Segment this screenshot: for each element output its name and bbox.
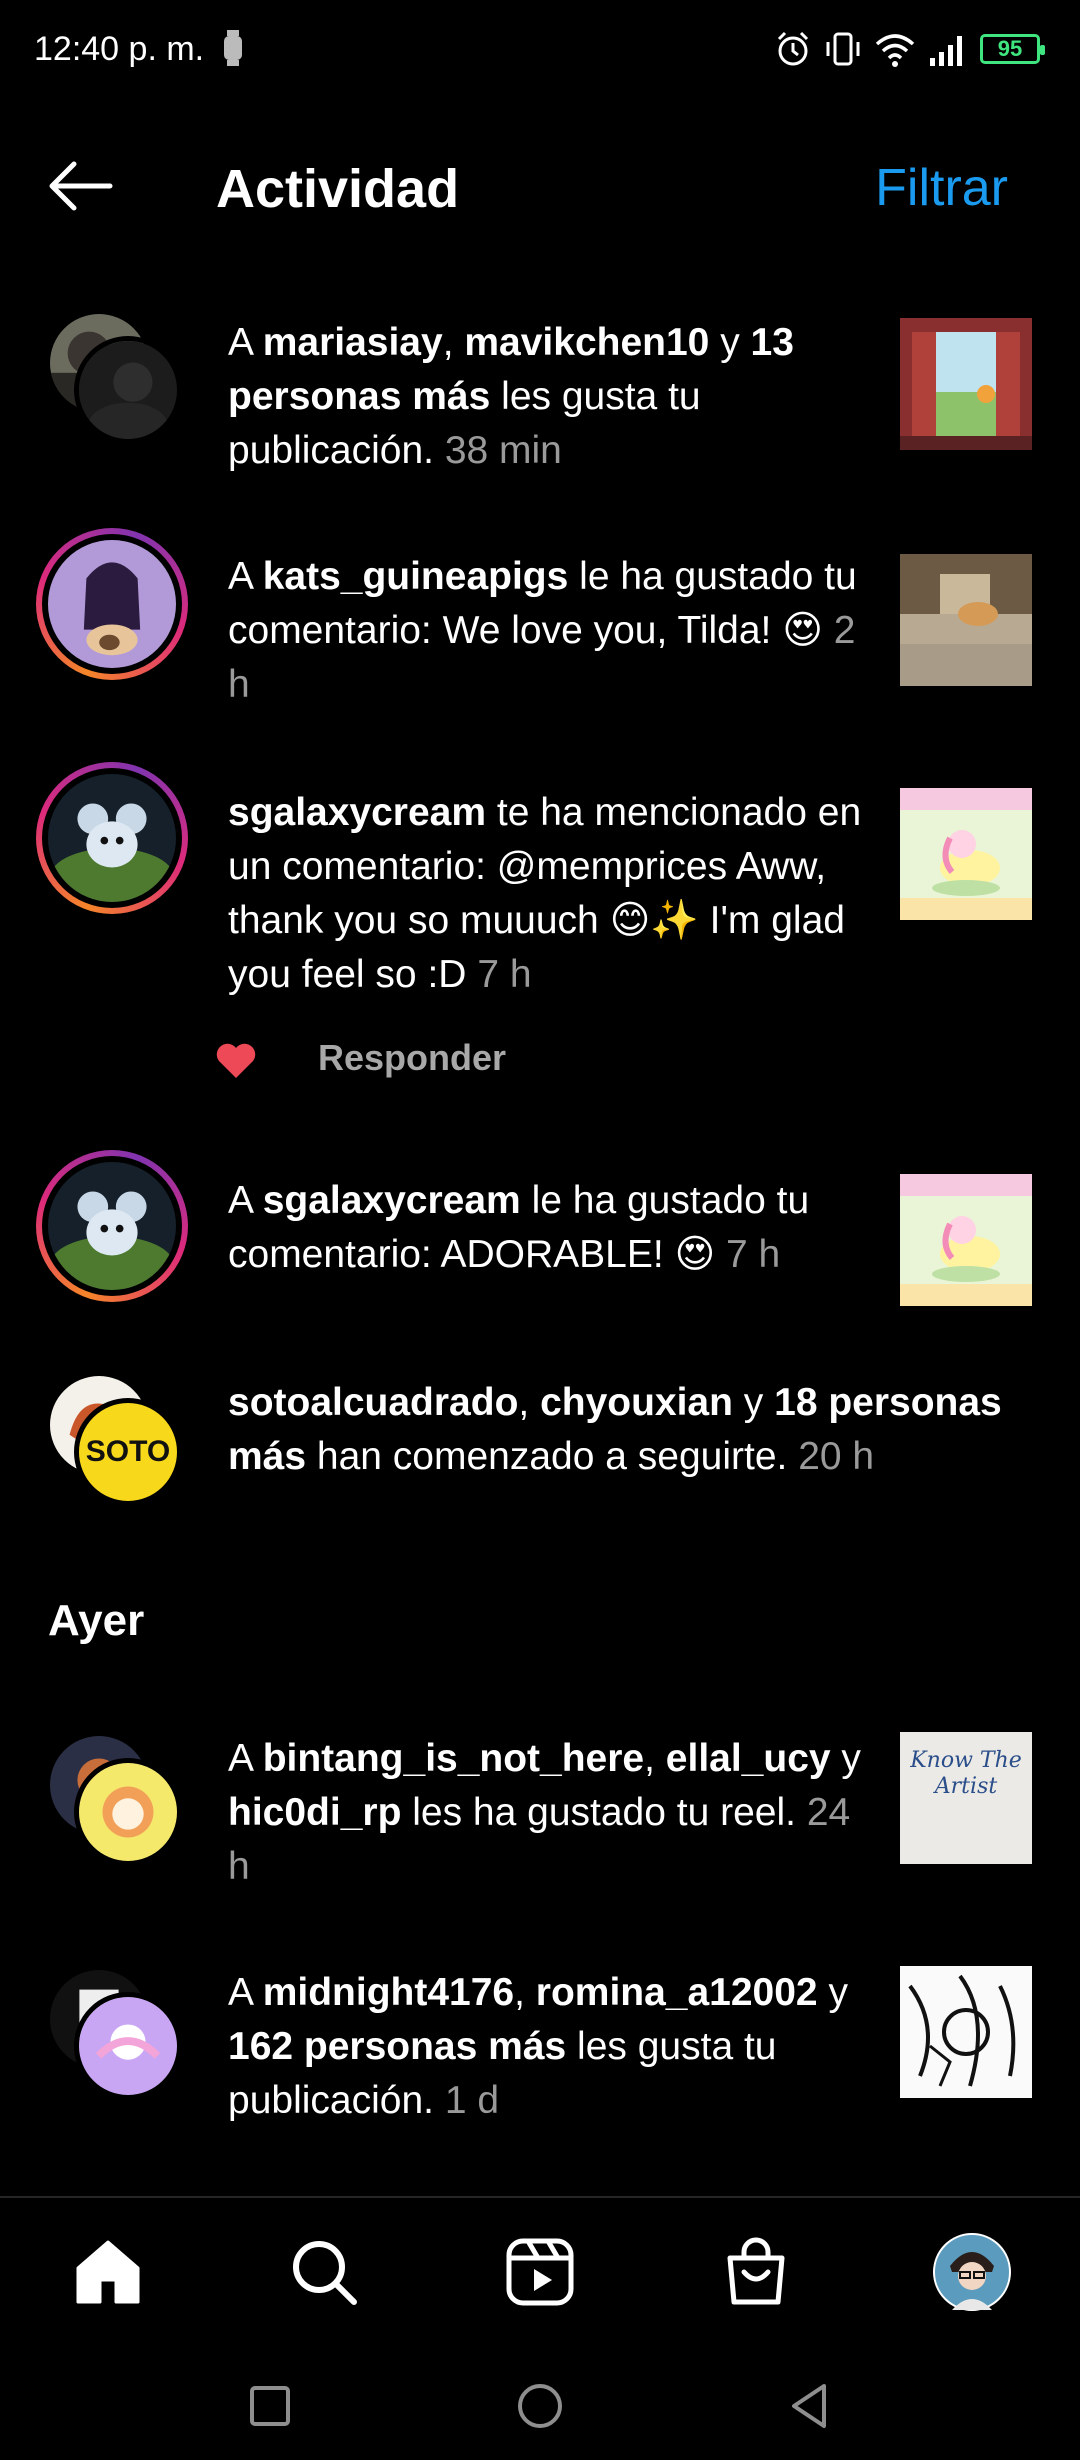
notification-text: A kats_guineapigs le ha gustado tu comen… (228, 555, 857, 706)
bottom-tab-bar (0, 2196, 1080, 2346)
timestamp: 20 h (798, 1435, 875, 1478)
activity-header: Actividad Filtrar (0, 130, 1080, 240)
back-arrow-icon[interactable] (44, 158, 116, 214)
timestamp: 7 h (477, 953, 532, 996)
avatar (74, 336, 182, 444)
post-thumbnail[interactable] (900, 554, 1032, 686)
filter-button[interactable]: Filtrar (875, 158, 1008, 218)
notification-text: sotoalcuadrado, chyouxian y 18 personas … (228, 1381, 1002, 1478)
system-navigation-bar (0, 2346, 1080, 2460)
battery-level: 95 (997, 36, 1023, 61)
wifi-icon (875, 34, 915, 67)
battery-icon: 95 (980, 34, 1045, 64)
tab-shop[interactable] (716, 2232, 796, 2312)
story-avatar[interactable] (36, 762, 188, 914)
thumbnail-caption: Know The Artist (910, 1748, 1022, 1799)
tab-profile[interactable] (932, 2232, 1012, 2312)
reply-button[interactable]: Responder (318, 1037, 506, 1079)
story-avatar[interactable] (36, 1150, 188, 1302)
avatar-stack[interactable] (36, 1966, 186, 2116)
recents-icon[interactable] (240, 2376, 300, 2436)
notification-text: A mariasiay, mavikchen10 y 13 personas m… (228, 321, 794, 472)
avatar (48, 1162, 176, 1290)
shopping-bag-icon (727, 2237, 785, 2305)
avatar (48, 540, 176, 668)
avatar-label: SOTO (85, 1435, 171, 1468)
section-heading: Ayer (48, 1596, 145, 1645)
notification-text: A midnight4176, romina_a12002 y 162 pers… (228, 1971, 848, 2122)
avatar (74, 1992, 182, 2100)
profile-avatar (933, 2233, 1011, 2311)
notification-text: sgalaxycream te ha mencionado en un come… (228, 791, 862, 996)
page-title: Actividad (216, 159, 460, 219)
timestamp: 7 h (726, 1233, 781, 1276)
alarm-icon (777, 31, 809, 66)
post-thumbnail[interactable] (900, 1174, 1032, 1306)
timestamp: 38 min (444, 429, 562, 472)
search-icon (293, 2241, 357, 2305)
story-avatar[interactable] (36, 528, 188, 680)
tab-search[interactable] (284, 2232, 364, 2312)
status-bar: 12:40 p. m. 95 (0, 0, 1080, 100)
signal-icon (930, 36, 962, 66)
heart-icon[interactable] (214, 1040, 258, 1080)
avatar (48, 774, 176, 902)
notification-text: A bintang_is_not_here, ellal_ucy y hic0d… (228, 1737, 861, 1888)
avatar (74, 1758, 182, 1866)
home-icon (76, 2240, 140, 2304)
home-circle-icon[interactable] (510, 2376, 570, 2436)
post-thumbnail[interactable] (900, 788, 1032, 920)
notification-text: A sgalaxycream le ha gustado tu comentar… (228, 1179, 810, 1276)
avatar-stack[interactable] (36, 310, 186, 460)
back-triangle-icon[interactable] (780, 2376, 840, 2436)
vibrate-icon (826, 32, 860, 66)
reels-icon (506, 2238, 574, 2306)
timestamp: 1 d (444, 2079, 500, 2122)
avatar-stack[interactable] (36, 1732, 186, 1882)
post-thumbnail[interactable] (900, 1966, 1032, 2098)
avatar-stack[interactable]: SOTO (36, 1372, 186, 1522)
tab-reels[interactable] (500, 2232, 580, 2312)
post-thumbnail[interactable] (900, 318, 1032, 450)
avatar: SOTO (74, 1398, 182, 1506)
reel-thumbnail[interactable]: Know The Artist (900, 1732, 1032, 1864)
status-time: 12:40 p. m. (34, 30, 205, 68)
tab-home[interactable] (68, 2232, 148, 2312)
watch-icon (224, 30, 242, 66)
